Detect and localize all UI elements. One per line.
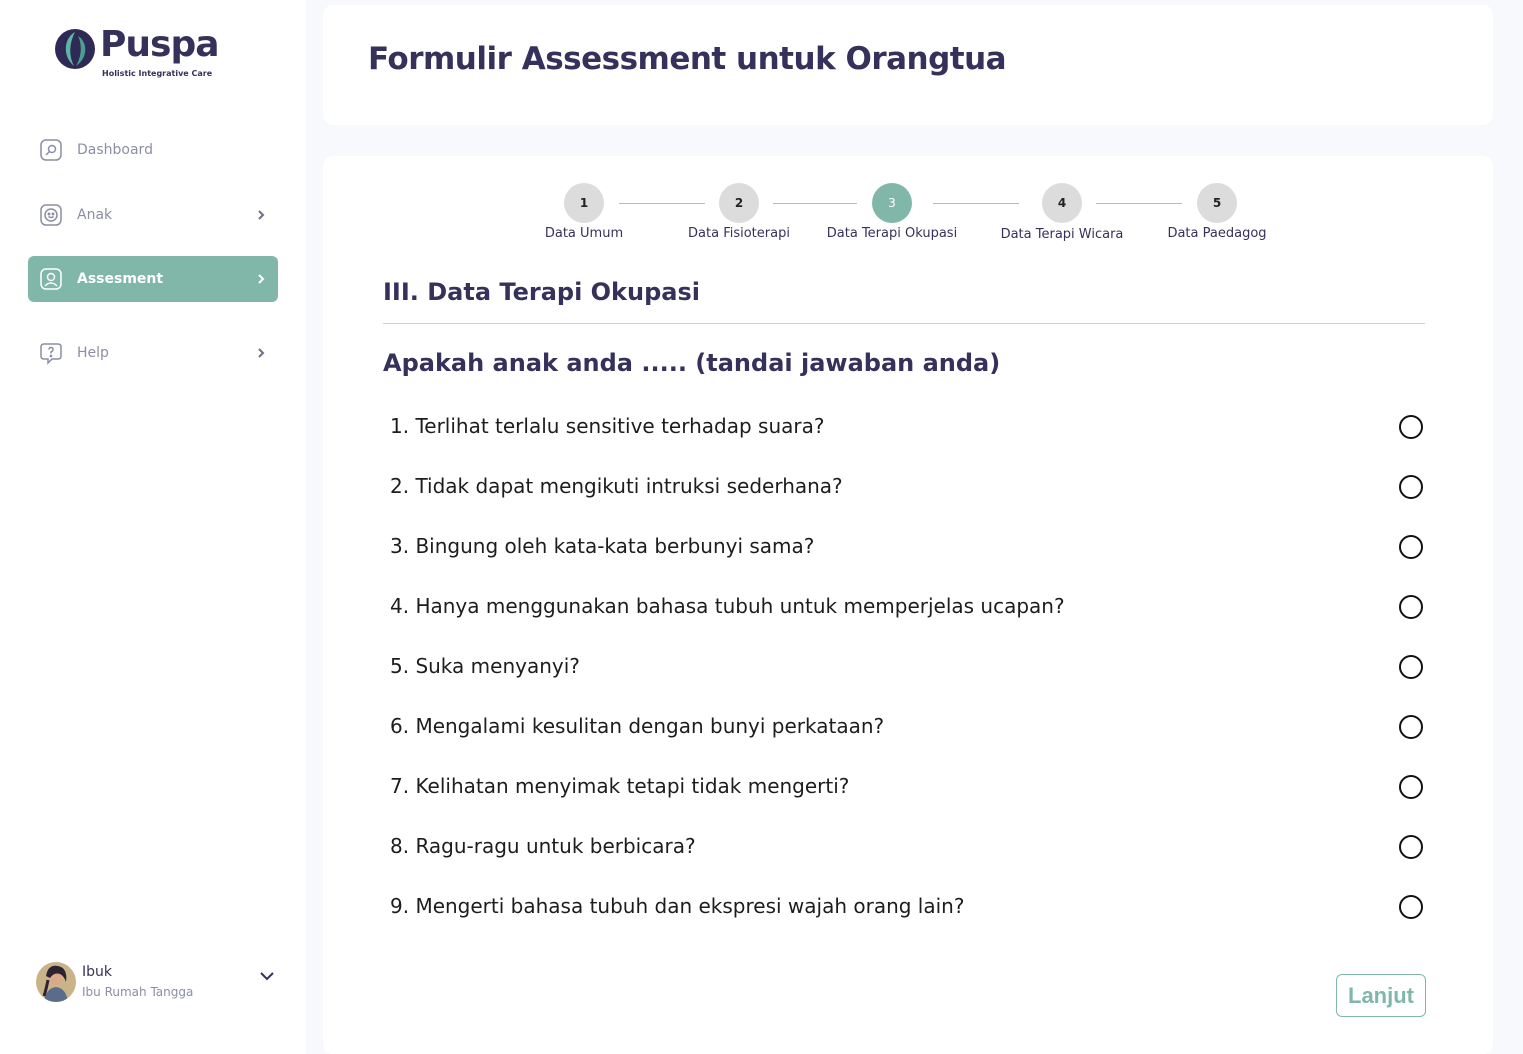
question-row: 9. Mengerti bahasa tubuh dan ekspresi wa… bbox=[383, 887, 1425, 927]
sidebar-item-anak[interactable]: Anak bbox=[28, 192, 278, 238]
header-card: Formulir Assessment untuk Orangtua bbox=[323, 5, 1493, 125]
question-text: 2. Tidak dapat mengikuti intruksi sederh… bbox=[390, 474, 843, 498]
user-name: Ibuk bbox=[82, 964, 112, 980]
help-question-icon bbox=[40, 343, 62, 365]
user-profile[interactable]: Ibuk Ibu Rumah Tangga bbox=[36, 962, 281, 1004]
step-number[interactable]: 5 bbox=[1197, 183, 1237, 223]
question-row: 8. Ragu-ragu untuk berbicara? bbox=[383, 827, 1425, 867]
step-label: Data Paedagog bbox=[1167, 226, 1267, 241]
chevron-down-icon[interactable] bbox=[258, 970, 276, 982]
user-profile-icon bbox=[40, 268, 62, 290]
sidebar-item-help[interactable]: Help bbox=[28, 330, 278, 376]
answer-radio[interactable] bbox=[1399, 595, 1423, 619]
sidebar-item-label: Anak bbox=[77, 207, 113, 223]
assessment-form-card: 1 Data Umum 2 Data Fisioterapi 3 Data Te… bbox=[323, 156, 1493, 1054]
sidebar-item-label: Assesment bbox=[77, 271, 164, 287]
sidebar-item-label: Help bbox=[77, 345, 109, 361]
question-text: 6. Mengalami kesulitan dengan bunyi perk… bbox=[390, 714, 885, 738]
brand-name: Puspa bbox=[100, 24, 220, 65]
next-button[interactable]: Lanjut bbox=[1336, 974, 1426, 1017]
sidebar-item-assesment[interactable]: Assesment bbox=[28, 256, 278, 302]
step-data-fisioterapi[interactable]: 2 Data Fisioterapi bbox=[659, 183, 819, 243]
question-prompt: Apakah anak anda ..... (tandai jawaban a… bbox=[383, 349, 1001, 377]
step-number[interactable]: 3 bbox=[872, 183, 912, 223]
brand-tagline: Holistic Integrative Care bbox=[102, 69, 213, 78]
question-text: 4. Hanya menggunakan bahasa tubuh untuk … bbox=[390, 594, 1065, 618]
chevron-right-icon bbox=[258, 210, 265, 220]
question-text: 7. Kelihatan menyimak tetapi tidak menge… bbox=[390, 774, 850, 798]
sidebar-item-label: Dashboard bbox=[77, 142, 153, 158]
question-text: 5. Suka menyanyi? bbox=[390, 654, 580, 678]
step-data-terapi-okupasi[interactable]: 3 Data Terapi Okupasi bbox=[812, 183, 972, 243]
step-number[interactable]: 2 bbox=[719, 183, 759, 223]
avatar-image bbox=[36, 962, 76, 1002]
answer-radio[interactable] bbox=[1399, 715, 1423, 739]
step-number[interactable]: 1 bbox=[564, 183, 604, 223]
page-title: Formulir Assessment untuk Orangtua bbox=[368, 41, 1007, 77]
question-row: 2. Tidak dapat mengikuti intruksi sederh… bbox=[383, 467, 1425, 507]
question-text: 9. Mengerti bahasa tubuh dan ekspresi wa… bbox=[390, 894, 965, 918]
answer-radio[interactable] bbox=[1399, 895, 1423, 919]
sidebar: Puspa Holistic Integrative Care Dashboar… bbox=[0, 0, 306, 1054]
answer-radio[interactable] bbox=[1399, 475, 1423, 499]
answer-radio[interactable] bbox=[1399, 415, 1423, 439]
question-row: 3. Bingung oleh kata-kata berbunyi sama? bbox=[383, 527, 1425, 567]
chevron-right-icon bbox=[258, 348, 265, 358]
question-row: 1. Terlihat terlalu sensitive terhadap s… bbox=[383, 407, 1425, 447]
chevron-right-icon bbox=[258, 274, 265, 284]
child-face-icon bbox=[40, 204, 62, 226]
sidebar-item-dashboard[interactable]: Dashboard bbox=[28, 127, 278, 173]
answer-radio[interactable] bbox=[1399, 655, 1423, 679]
answer-radio[interactable] bbox=[1399, 535, 1423, 559]
step-data-paedagog[interactable]: 5 Data Paedagog bbox=[1137, 183, 1297, 243]
question-text: 8. Ragu-ragu untuk berbicara? bbox=[390, 834, 696, 858]
answer-radio[interactable] bbox=[1399, 775, 1423, 799]
answer-radio[interactable] bbox=[1399, 835, 1423, 859]
avatar bbox=[36, 962, 76, 1002]
question-row: 7. Kelihatan menyimak tetapi tidak menge… bbox=[383, 767, 1425, 807]
step-label: Data Terapi Okupasi bbox=[826, 226, 958, 241]
step-label: Data Terapi Wicara bbox=[1000, 227, 1124, 242]
divider bbox=[383, 323, 1425, 324]
brand-logo[interactable]: Puspa Holistic Integrative Care bbox=[54, 24, 224, 84]
step-label: Data Fisioterapi bbox=[688, 226, 790, 241]
question-text: 3. Bingung oleh kata-kata berbunyi sama? bbox=[390, 534, 815, 558]
step-label: Data Umum bbox=[544, 226, 624, 241]
question-row: 4. Hanya menggunakan bahasa tubuh untuk … bbox=[383, 587, 1425, 627]
question-row: 6. Mengalami kesulitan dengan bunyi perk… bbox=[383, 707, 1425, 747]
step-data-terapi-wicara[interactable]: 4 Data Terapi Wicara bbox=[982, 183, 1142, 243]
dashboard-icon bbox=[40, 139, 62, 161]
puspa-logo-icon bbox=[55, 29, 95, 69]
question-row: 5. Suka menyanyi? bbox=[383, 647, 1425, 687]
section-title: III. Data Terapi Okupasi bbox=[383, 278, 700, 306]
step-number[interactable]: 4 bbox=[1042, 183, 1082, 223]
step-data-umum[interactable]: 1 Data Umum bbox=[504, 183, 664, 243]
user-role: Ibu Rumah Tangga bbox=[82, 985, 194, 999]
question-text: 1. Terlihat terlalu sensitive terhadap s… bbox=[390, 414, 825, 438]
